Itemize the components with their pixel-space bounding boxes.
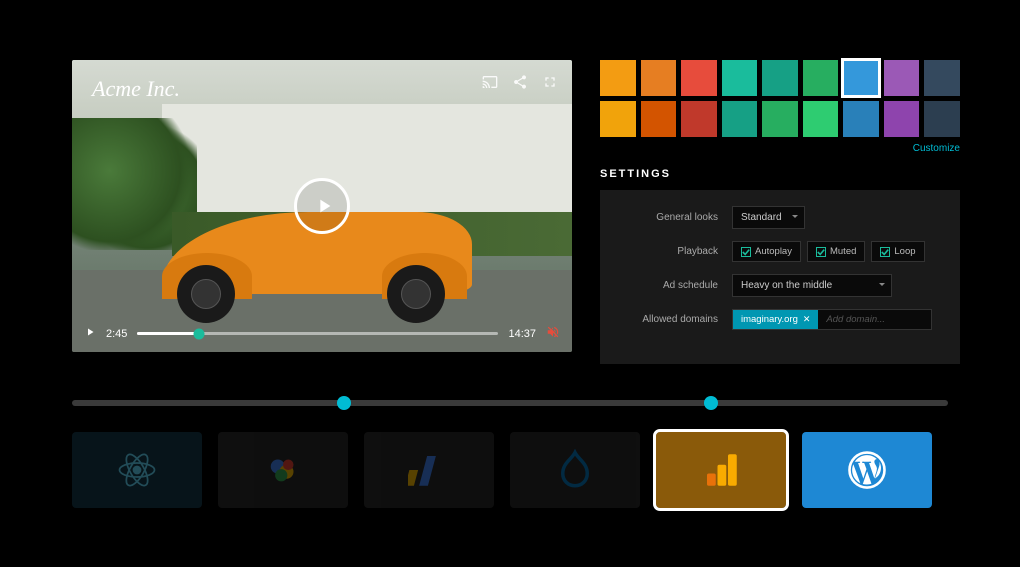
ad-schedule-select[interactable]: Heavy on the middle [732,274,892,297]
integration-react[interactable] [72,432,202,508]
integration-wordpress[interactable] [802,432,932,508]
slider-thumb-2[interactable] [704,396,718,410]
setting-label: General looks [618,212,718,223]
play-small-icon[interactable] [84,326,96,341]
color-swatch[interactable] [803,60,839,96]
current-time: 2:45 [106,328,127,340]
share-icon[interactable] [512,74,528,95]
setting-label: Allowed domains [618,314,718,325]
integration-google-cloud[interactable] [218,432,348,508]
customize-link[interactable]: Customize [600,143,960,154]
color-swatch[interactable] [681,101,717,137]
color-swatch[interactable] [762,60,798,96]
autoplay-checkbox[interactable]: Autoplay [732,241,801,262]
color-swatch[interactable] [843,60,879,96]
color-swatch[interactable] [762,101,798,137]
loop-checkbox[interactable]: Loop [871,241,924,262]
color-swatch[interactable] [641,101,677,137]
color-swatch[interactable] [722,101,758,137]
color-swatch[interactable] [600,60,636,96]
settings-panel: General looks Standard Playback Autoplay… [600,190,960,364]
duration: 14:37 [508,328,536,340]
slider-thumb-1[interactable] [337,396,351,410]
integration-drupal[interactable] [510,432,640,508]
fullscreen-icon[interactable] [542,74,558,95]
integration-analytics[interactable] [656,432,786,508]
brand-watermark: Acme Inc. [92,76,180,102]
range-slider[interactable] [72,400,948,406]
color-swatch[interactable] [681,60,717,96]
video-player[interactable]: Acme Inc. 2:45 14:37 [72,60,572,352]
remove-tag-icon[interactable]: ✕ [803,314,811,325]
allowed-domains-input[interactable]: imaginary.org✕ Add domain... [732,309,932,330]
color-swatch[interactable] [803,101,839,137]
color-swatch[interactable] [722,60,758,96]
integration-adsense[interactable] [364,432,494,508]
settings-title: SETTINGS [600,168,960,180]
play-button[interactable] [294,178,350,234]
color-swatch[interactable] [924,60,960,96]
volume-muted-icon[interactable] [546,325,560,342]
color-swatch[interactable] [924,101,960,137]
domain-placeholder: Add domain... [818,314,885,325]
color-swatch[interactable] [843,101,879,137]
setting-label: Playback [618,246,718,257]
integrations-row [0,406,1020,508]
general-looks-select[interactable]: Standard [732,206,805,229]
color-swatch[interactable] [600,101,636,137]
color-swatch[interactable] [884,60,920,96]
progress-bar[interactable] [137,332,498,335]
color-swatch[interactable] [641,60,677,96]
cast-icon[interactable] [482,74,498,95]
color-swatch[interactable] [884,101,920,137]
setting-label: Ad schedule [618,280,718,291]
muted-checkbox[interactable]: Muted [807,241,865,262]
color-palette [600,60,960,137]
domain-tag[interactable]: imaginary.org✕ [733,310,818,329]
